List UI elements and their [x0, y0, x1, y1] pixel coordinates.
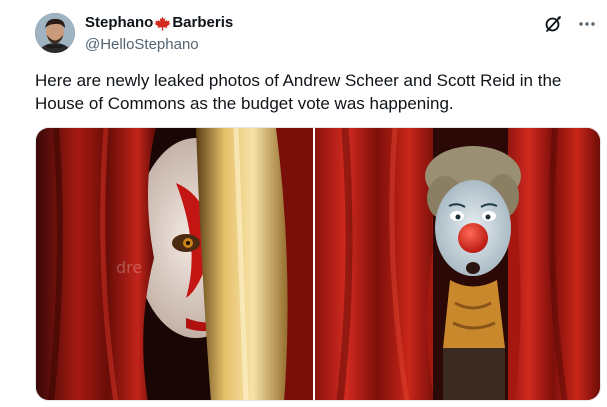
display-name[interactable]: Stephano Barberis — [85, 13, 233, 33]
tweet-card[interactable]: Stephano Barberis @HelloStephano Here ar… — [0, 0, 607, 407]
watermark-text: dre — [116, 258, 142, 277]
media-photo-left[interactable]: dre — [36, 128, 314, 400]
media-grid: dre — [35, 127, 601, 401]
avatar[interactable] — [35, 13, 75, 53]
grok-icon[interactable] — [543, 14, 563, 34]
author-info: Stephano Barberis @HelloStephano — [85, 13, 233, 55]
maple-leaf-icon — [154, 16, 171, 31]
display-name-last: Barberis — [172, 14, 234, 31]
header-actions — [543, 14, 597, 34]
user-handle[interactable]: @HelloStephano — [85, 35, 233, 55]
tweet-text: Here are newly leaked photos of Andrew S… — [35, 71, 562, 113]
more-icon[interactable] — [577, 14, 597, 34]
display-name-first: Stephano — [85, 14, 154, 31]
media-photo-right[interactable] — [315, 128, 600, 400]
